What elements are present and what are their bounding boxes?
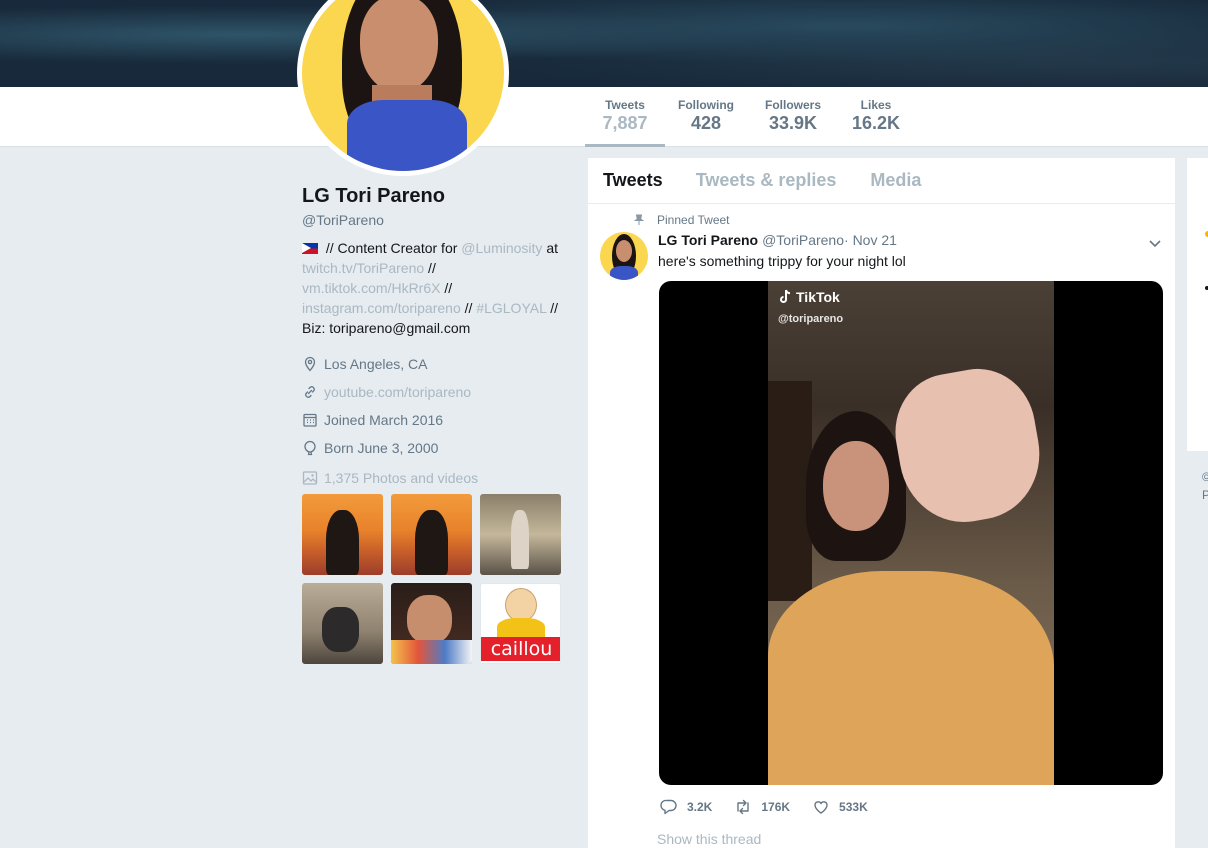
- stat-value: 33.9K: [768, 113, 818, 133]
- philippines-flag-icon: [302, 243, 318, 254]
- bio-text: //: [546, 300, 559, 316]
- profile-name[interactable]: LG Tori Pareno: [302, 185, 567, 208]
- website-row: youtube.com/toripareno: [302, 378, 567, 406]
- like-button[interactable]: 533K: [812, 798, 868, 816]
- retweet-count: 176K: [761, 800, 791, 814]
- website-link[interactable]: youtube.com/toripareno: [324, 384, 471, 400]
- chevron-down-icon[interactable]: [1147, 235, 1163, 251]
- retweet-button[interactable]: 176K: [734, 798, 790, 816]
- calendar-icon: [302, 412, 318, 428]
- footer-text: ©: [1202, 470, 1208, 484]
- profile-bio: // Content Creator for @Luminosity at tw…: [302, 238, 567, 338]
- bio-text: // Content Creator for: [322, 240, 462, 256]
- footer-text: P: [1202, 488, 1208, 502]
- media-thumbnail[interactable]: caillou: [480, 583, 561, 664]
- tweet-author-handle[interactable]: @ToriPareno: [762, 232, 844, 248]
- profile-banner: [0, 0, 1208, 87]
- birthday-row: Born June 3, 2000: [302, 434, 567, 462]
- tab-media[interactable]: Media: [870, 170, 921, 191]
- right-sidebar-footer: © P: [1202, 468, 1208, 504]
- tweet-actions: 3.2K 176K 533K: [660, 798, 890, 816]
- birthday-text: Born June 3, 2000: [324, 440, 439, 456]
- profile-sidebar: LG Tori Pareno @ToriPareno // Content Cr…: [302, 185, 567, 664]
- tab-tweets-replies[interactable]: Tweets & replies: [696, 170, 837, 191]
- stat-tweets[interactable]: Tweets 7,887: [585, 98, 665, 147]
- photos-videos-label: 1,375 Photos and videos: [324, 470, 479, 486]
- bio-text: //: [460, 300, 477, 316]
- tiktok-icon: [780, 289, 791, 303]
- stat-label: Followers: [764, 98, 821, 112]
- stat-label: Likes: [860, 98, 892, 112]
- photos-videos-link[interactable]: 1,375 Photos and videos: [302, 470, 567, 486]
- location-text: Los Angeles, CA: [324, 356, 428, 372]
- stat-label: Following: [678, 98, 734, 112]
- balloon-icon: [302, 440, 318, 456]
- bio-hashtag-link[interactable]: #LGLOYAL: [476, 300, 546, 316]
- tweet-timestamp[interactable]: · Nov 21: [844, 232, 897, 248]
- media-thumbnail[interactable]: [391, 583, 472, 664]
- heart-icon: [814, 801, 828, 814]
- stat-label: Tweets: [605, 98, 645, 112]
- profile-meta: Los Angeles, CA youtube.com/toripareno J…: [302, 350, 567, 462]
- pinned-text: Pinned Tweet: [657, 213, 730, 227]
- stat-following[interactable]: Following 428: [666, 98, 746, 134]
- retweet-icon: [737, 799, 750, 815]
- like-count: 533K: [839, 800, 868, 814]
- pin-icon: [633, 214, 645, 225]
- reply-icon: [660, 799, 677, 815]
- caillou-logo-text: caillou: [481, 637, 560, 661]
- media-thumbnail[interactable]: [302, 494, 383, 575]
- timeline: Tweets Tweets & replies Media Pinned Twe…: [588, 158, 1175, 848]
- reply-count: 3.2K: [687, 800, 713, 814]
- stat-followers[interactable]: Followers 33.9K: [753, 98, 833, 134]
- stat-likes[interactable]: Likes 16.2K: [836, 98, 916, 134]
- tiktok-watermark: TikTok: [778, 289, 840, 305]
- show-thread-link[interactable]: Show this thread: [657, 831, 761, 847]
- location-row: Los Angeles, CA: [302, 350, 567, 378]
- joined-row: Joined March 2016: [302, 406, 567, 434]
- bio-twitch-link[interactable]: twitch.tv/ToriPareno: [302, 260, 424, 276]
- bio-text: at: [542, 240, 559, 256]
- link-icon: [302, 384, 318, 400]
- media-thumbnail[interactable]: [480, 494, 561, 575]
- tiktok-label: TikTok: [796, 289, 840, 305]
- tweet-header: LG Tori Pareno @ToriPareno · Nov 21: [658, 232, 897, 248]
- stat-value: 428: [690, 113, 722, 133]
- stat-value: 7,887: [602, 113, 648, 133]
- stat-value: 16.2K: [851, 113, 901, 133]
- tweet-video[interactable]: TikTok @toripareno: [659, 281, 1163, 785]
- tweet-author-avatar[interactable]: [600, 232, 648, 280]
- profile-avatar[interactable]: [297, 0, 509, 176]
- tweet-text: here's something trippy for your night l…: [658, 253, 906, 269]
- bio-mention-link[interactable]: @Luminosity: [461, 240, 542, 256]
- bio-instagram-link[interactable]: instagram.com/toripareno: [302, 300, 461, 316]
- video-frame: TikTok @toripareno: [768, 281, 1054, 785]
- bio-text: //: [424, 260, 436, 276]
- tab-tweets[interactable]: Tweets: [603, 170, 663, 191]
- tiktok-username: @toripareno: [778, 313, 844, 325]
- bio-tiktok-link[interactable]: vm.tiktok.com/HkRr6X: [302, 280, 440, 296]
- reply-button[interactable]: 3.2K: [660, 798, 712, 816]
- media-thumbnail-grid: caillou: [302, 494, 567, 664]
- joined-text: Joined March 2016: [324, 412, 444, 428]
- bio-text: //: [440, 280, 453, 296]
- timeline-tabs: Tweets Tweets & replies Media: [588, 158, 1175, 204]
- media-thumbnail[interactable]: [391, 494, 472, 575]
- bio-business-email: Biz: toripareno@gmail.com: [302, 320, 471, 336]
- pinned-tweet-label: Pinned Tweet: [633, 213, 730, 227]
- image-icon: [302, 471, 318, 485]
- tweet-author-name[interactable]: LG Tori Pareno: [658, 232, 758, 248]
- profile-handle[interactable]: @ToriPareno: [302, 212, 567, 228]
- location-pin-icon: [302, 356, 318, 372]
- media-thumbnail[interactable]: [302, 583, 383, 664]
- right-sidebar-card: [1187, 158, 1208, 451]
